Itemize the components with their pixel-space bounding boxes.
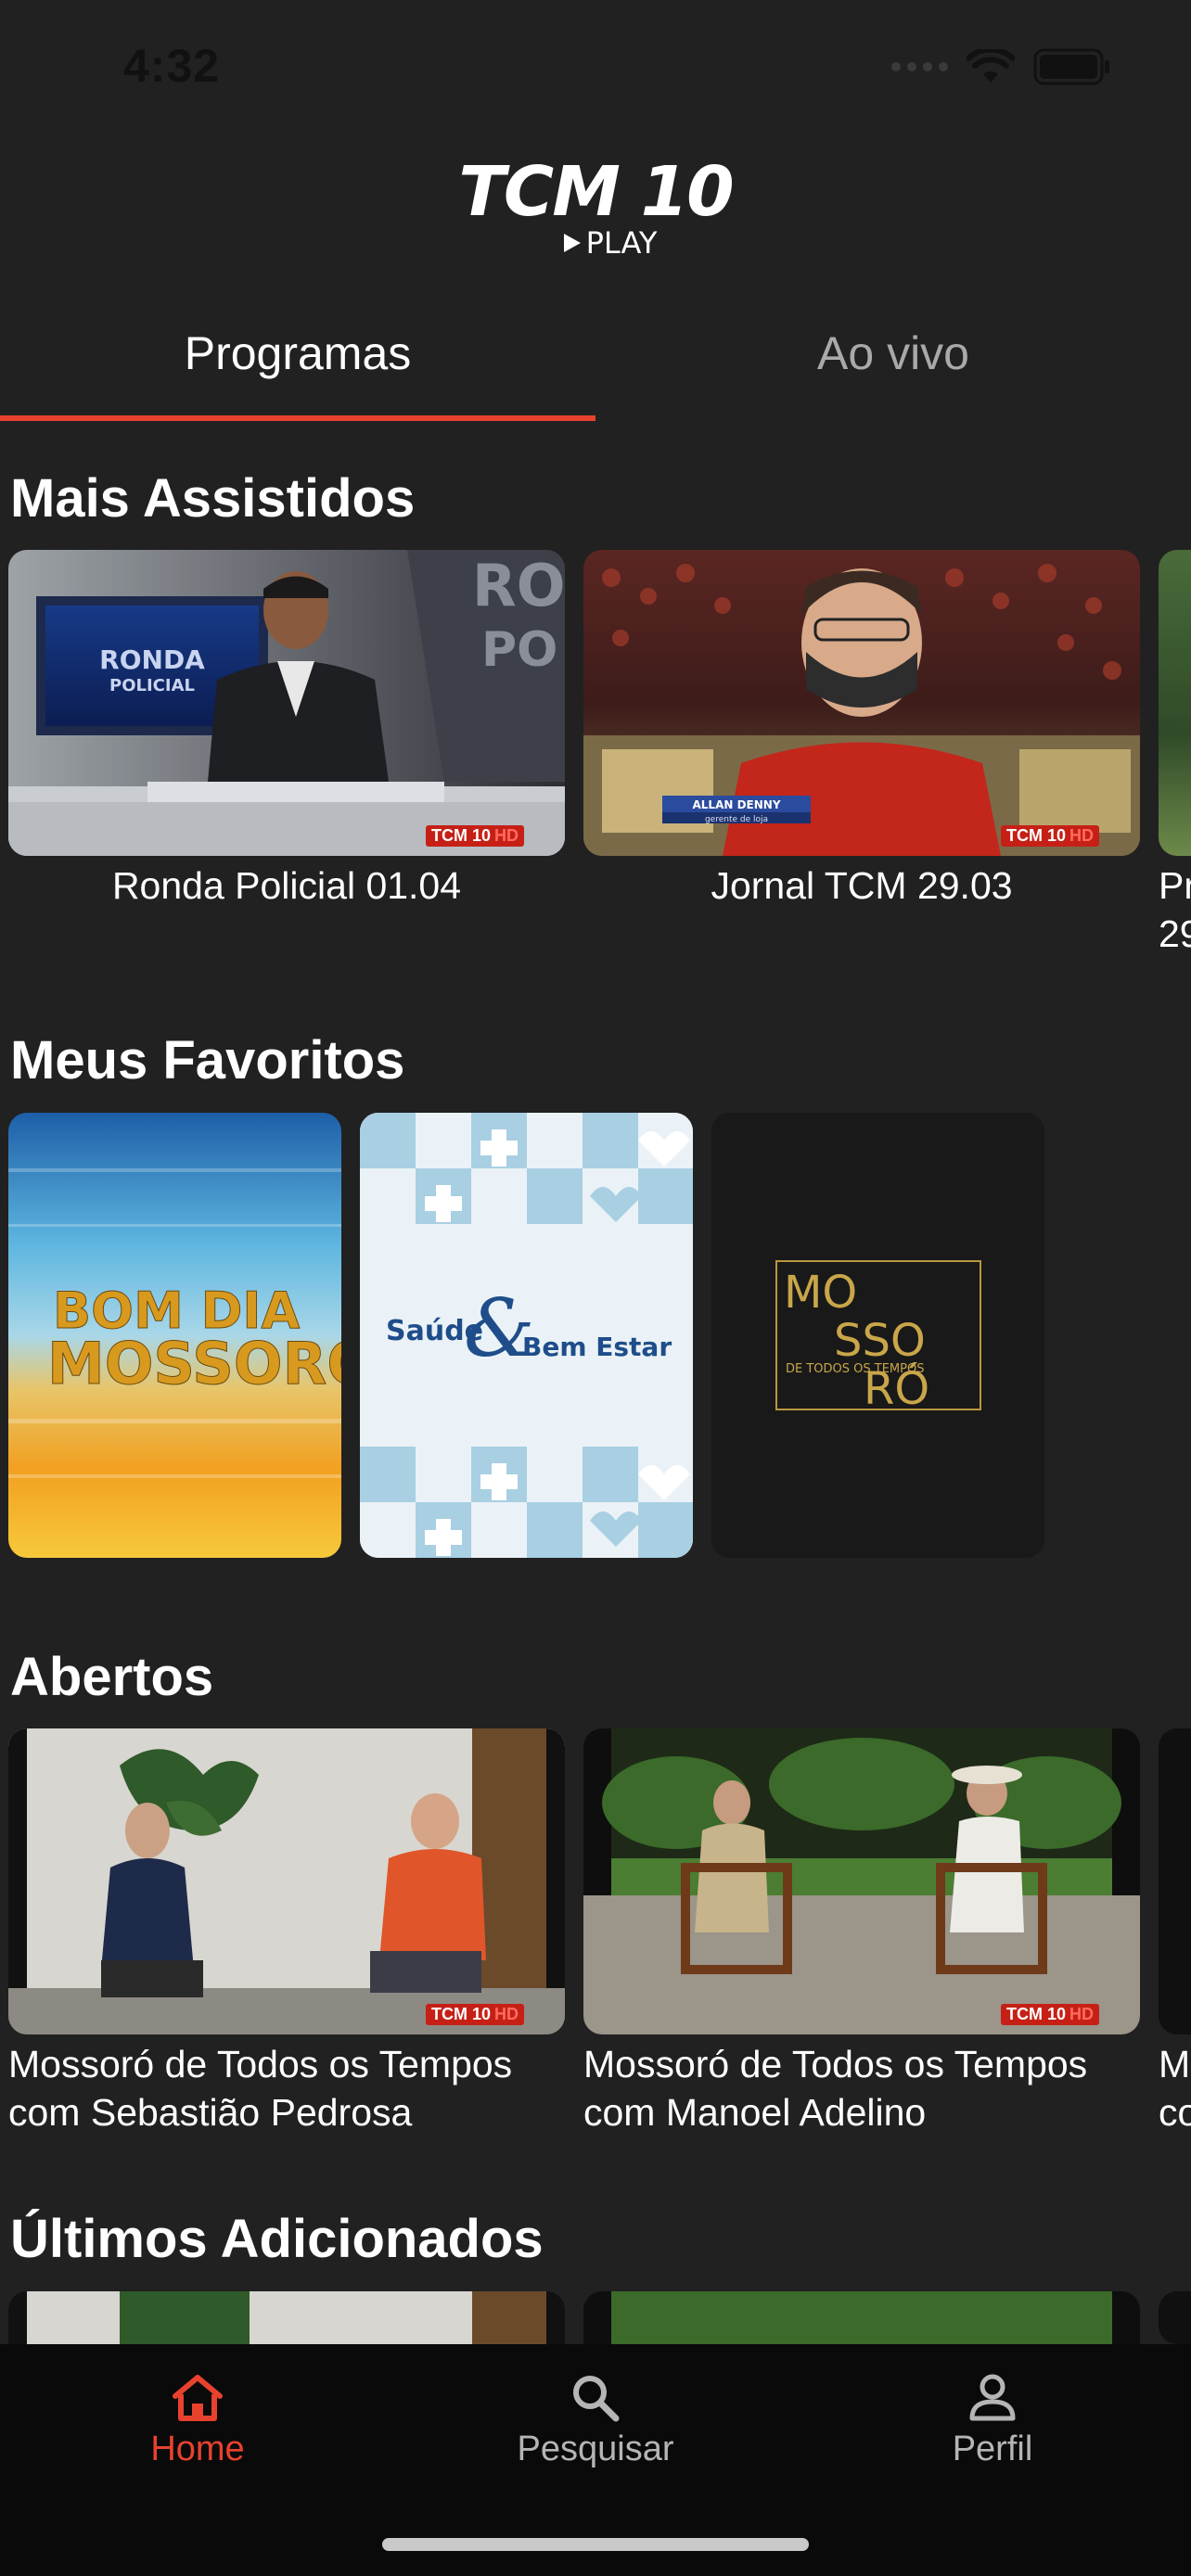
cellular-signal-icon bbox=[891, 62, 948, 71]
status-bar: 4:32 bbox=[0, 0, 1191, 130]
favorite-card-saude-bem-estar[interactable]: Saúde & Bem Estar bbox=[360, 1113, 693, 1558]
mossoro-line1: MO bbox=[784, 1267, 857, 1319]
interview-thumbnail-art bbox=[583, 1728, 1140, 2034]
program-card[interactable] bbox=[8, 2291, 565, 2344]
program-card[interactable]: RONDA POLICIAL RO PO TCM 10 HD Ronda Poli… bbox=[8, 550, 565, 958]
program-card-partial[interactable]: M co bbox=[1159, 1728, 1191, 2136]
mossoro-todos-tempos-art: MO SSO RÓ DE TODOS OS TEMPOS bbox=[711, 1113, 1044, 1558]
badge-brand: TCM 10 bbox=[1005, 2005, 1066, 2023]
interview-thumbnail-art bbox=[8, 1728, 565, 2034]
thumb-backdrop-text: RO bbox=[472, 552, 565, 619]
play-icon bbox=[563, 234, 581, 252]
nav-search[interactable]: Pesquisar bbox=[456, 2372, 735, 2469]
tcm-hd-badge: TCM 10 HD bbox=[425, 825, 524, 847]
badge-hd: HD bbox=[494, 2005, 519, 2023]
program-thumbnail: ALLAN DENNY gerente de loja TCM 10 HD bbox=[583, 550, 1140, 856]
meus-favoritos-row: BOM DIA MOSSORÓ bbox=[8, 1113, 1044, 1558]
badge-brand: TCM 10 bbox=[430, 2005, 491, 2023]
mais-assistidos-row: RONDA POLICIAL RO PO TCM 10 HD Ronda Poli… bbox=[8, 550, 1191, 958]
program-thumbnail: RONDA POLICIAL RO PO TCM 10 HD bbox=[8, 550, 565, 856]
caption-line: Mossoró de Todos os Tempos bbox=[583, 2043, 1088, 2085]
tcm-hd-badge: TCM 10 HD bbox=[1000, 825, 1099, 847]
lower-third-role: gerente de loja bbox=[705, 815, 768, 824]
wifi-icon bbox=[967, 49, 1015, 83]
nav-label: Home bbox=[150, 2429, 245, 2468]
badge-hd: HD bbox=[1069, 826, 1094, 845]
thumb-backdrop-text-2: PO bbox=[481, 622, 557, 678]
favorite-card-bom-dia-mossoro[interactable]: BOM DIA MOSSORÓ bbox=[8, 1113, 341, 1558]
section-title-abertos: Abertos bbox=[10, 1647, 214, 1707]
caption-line: co bbox=[1159, 2091, 1191, 2134]
program-caption: M co bbox=[1159, 2040, 1191, 2136]
tab-programas[interactable]: Programas bbox=[0, 306, 596, 421]
app-logo: TCM 10 PLAY bbox=[0, 158, 1191, 258]
program-card[interactable]: TCM 10 HD Mossoró de Todos os Tempos com … bbox=[583, 1728, 1140, 2136]
section-title-ultimos-adicionados: Últimos Adicionados bbox=[10, 2209, 544, 2269]
status-icons bbox=[891, 48, 1111, 85]
top-tabs: Programas Ao vivo bbox=[0, 306, 1191, 421]
tab-ao-vivo[interactable]: Ao vivo bbox=[596, 306, 1191, 421]
program-thumbnail bbox=[1159, 2291, 1191, 2344]
caption-line: Mossoró de Todos os Tempos bbox=[8, 2043, 513, 2085]
program-thumbnail bbox=[8, 2291, 565, 2344]
tab-label: Programas bbox=[184, 327, 412, 379]
saude-bem-estar-art: Saúde & Bem Estar bbox=[360, 1113, 693, 1558]
home-icon bbox=[173, 2375, 223, 2421]
tcm-hd-badge: TCM 10 HD bbox=[425, 2004, 524, 2025]
badge-hd: HD bbox=[494, 826, 519, 845]
program-card-partial[interactable] bbox=[1159, 2291, 1191, 2344]
search-icon bbox=[573, 2376, 620, 2422]
program-card-partial[interactable]: Pr 29 bbox=[1159, 550, 1191, 958]
home-indicator[interactable] bbox=[382, 2538, 809, 2551]
nav-home[interactable]: Home bbox=[58, 2372, 337, 2469]
bom-dia-line2: MOSSORÓ bbox=[47, 1330, 341, 1397]
ronda-policial-thumbnail-art: RONDA POLICIAL RO PO bbox=[8, 550, 565, 856]
badge-brand: TCM 10 bbox=[1005, 826, 1066, 845]
tab-label: Ao vivo bbox=[817, 327, 969, 379]
nav-label: Perfil bbox=[952, 2429, 1033, 2468]
program-caption: Ronda Policial 01.04 bbox=[111, 864, 462, 907]
ultimos-adicionados-row bbox=[8, 2291, 1191, 2344]
person-icon bbox=[969, 2374, 1016, 2421]
program-caption: Mossoró de Todos os Tempos com Manoel Ad… bbox=[583, 2040, 1140, 2136]
abertos-row: TCM 10 HD Mossoró de Todos os Tempos com … bbox=[8, 1728, 1191, 2136]
program-thumbnail bbox=[1159, 1728, 1191, 2034]
nav-label: Pesquisar bbox=[517, 2429, 674, 2468]
logo-sub-text: PLAY bbox=[585, 225, 658, 261]
mossoro-line2: SSO bbox=[834, 1315, 926, 1367]
program-caption: Mossoró de Todos os Tempos com Sebastião… bbox=[8, 2040, 565, 2136]
nav-profile[interactable]: Perfil bbox=[853, 2372, 1132, 2469]
section-title-mais-assistidos: Mais Assistidos bbox=[10, 468, 416, 529]
logo-sub: PLAY bbox=[562, 225, 658, 261]
battery-icon bbox=[1033, 48, 1109, 85]
status-time: 4:32 bbox=[123, 40, 221, 92]
badge-hd: HD bbox=[1069, 2005, 1094, 2023]
thumb-text: RONDA bbox=[99, 644, 205, 675]
program-card[interactable] bbox=[583, 2291, 1140, 2344]
program-card[interactable]: ALLAN DENNY gerente de loja TCM 10 HD Jor… bbox=[583, 550, 1140, 958]
program-thumbnail: TCM 10 HD bbox=[8, 1728, 565, 2034]
thumb-text-2: POLICIAL bbox=[109, 676, 195, 695]
lower-third-name: ALLAN DENNY bbox=[692, 798, 780, 811]
jornal-tcm-thumbnail-art: ALLAN DENNY gerente de loja bbox=[583, 550, 1140, 856]
badge-brand: TCM 10 bbox=[430, 826, 491, 845]
bem-estar-text: Bem Estar bbox=[522, 1332, 672, 1362]
bom-dia-mossoro-art: BOM DIA MOSSORÓ bbox=[8, 1113, 341, 1558]
mossoro-sub: DE TODOS OS TEMPOS bbox=[786, 1362, 924, 1376]
program-caption: Jornal TCM 29.03 bbox=[711, 864, 1013, 907]
tcm-hd-badge: TCM 10 HD bbox=[1000, 2004, 1099, 2025]
favorite-card-mossoro-de-todos-os-tempos[interactable]: MO SSO RÓ DE TODOS OS TEMPOS bbox=[711, 1113, 1044, 1558]
section-title-meus-favoritos: Meus Favoritos bbox=[10, 1030, 405, 1090]
caption-line: M bbox=[1159, 2043, 1191, 2085]
logo-main-text: TCM 10 bbox=[458, 152, 734, 232]
program-card[interactable]: TCM 10 HD Mossoró de Todos os Tempos com … bbox=[8, 1728, 565, 2136]
program-caption: Pr 29 bbox=[1159, 864, 1191, 955]
caption-line: com Manoel Adelino bbox=[583, 2091, 927, 2134]
program-thumbnail: TCM 10 HD bbox=[583, 1728, 1140, 2034]
program-thumbnail bbox=[1159, 550, 1191, 856]
program-thumbnail bbox=[583, 2291, 1140, 2344]
caption-line: com Sebastião Pedrosa bbox=[8, 2091, 413, 2134]
